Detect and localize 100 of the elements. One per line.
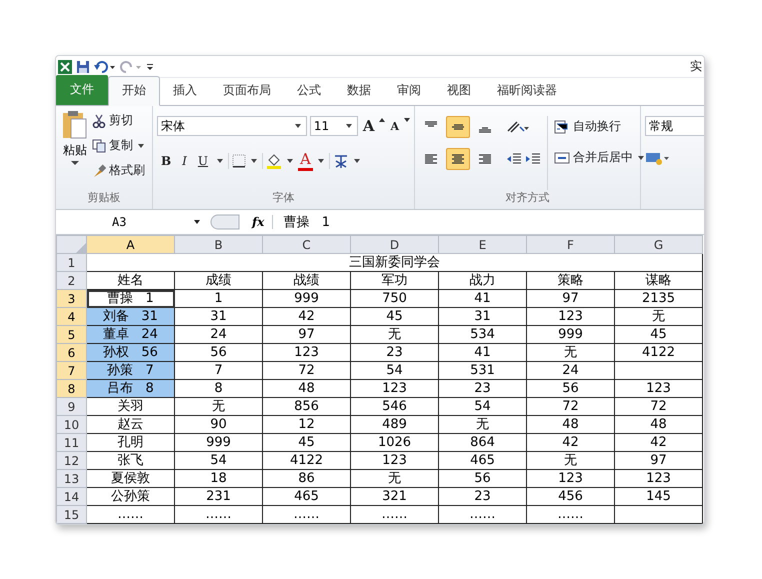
- table-cell: 45: [650, 326, 667, 342]
- table-cell: 546: [382, 398, 407, 414]
- formula-field[interactable]: 曹操 1: [277, 213, 330, 231]
- phonetic-icon[interactable]: [332, 152, 349, 168]
- row-header[interactable]: 14: [56, 488, 86, 506]
- table-cell: ……: [470, 506, 496, 522]
- table-cell: 刘备 31: [103, 308, 158, 324]
- ribbon-tab[interactable]: 公式: [284, 77, 334, 105]
- font-name-field[interactable]: 宋体: [157, 116, 307, 136]
- row-header[interactable]: 3: [56, 290, 86, 308]
- caret-icon[interactable]: [217, 158, 224, 162]
- number-format-field[interactable]: 常规: [645, 116, 704, 136]
- row-header[interactable]: 4: [56, 308, 86, 326]
- paste-button[interactable]: 粘贴: [60, 110, 90, 190]
- ribbon-tab[interactable]: 插入: [160, 77, 210, 105]
- underline-button[interactable]: U: [194, 152, 212, 170]
- ribbon-tab[interactable]: 页面布局: [210, 77, 284, 105]
- down-arrow-icon: [404, 118, 410, 122]
- ribbon-tab[interactable]: 数据: [334, 77, 384, 105]
- ribbon-tab[interactable]: 视图: [434, 77, 484, 105]
- ribbon-tab[interactable]: 福昕阅读器: [484, 77, 570, 105]
- table-cell: 999: [206, 434, 231, 450]
- caret-icon[interactable]: [318, 158, 324, 162]
- column-header[interactable]: D: [350, 236, 438, 254]
- row-header[interactable]: 7: [56, 362, 86, 380]
- table-cell: 夏侯敦: [111, 470, 150, 486]
- table-cell: 123: [382, 380, 407, 396]
- row-header[interactable]: 1: [56, 254, 86, 272]
- undo-icon[interactable]: [94, 60, 116, 74]
- table-cell: 张飞: [118, 452, 144, 468]
- merge-center-button[interactable]: 合并后居中: [552, 147, 648, 168]
- table-cell: 孙权 56: [103, 344, 158, 360]
- copy-button[interactable]: 复制: [90, 135, 148, 156]
- row-header[interactable]: 12: [56, 452, 86, 470]
- splitter-handle-icon[interactable]: [210, 214, 240, 230]
- borders-icon[interactable]: [232, 154, 246, 168]
- table-cell: 孔明: [118, 434, 144, 450]
- table-cell: 无: [652, 308, 665, 324]
- table-cell: 864: [470, 434, 495, 450]
- bold-button[interactable]: B: [157, 152, 176, 170]
- table-cell: ……: [558, 506, 584, 522]
- table-cell: 23: [474, 380, 491, 396]
- row-header[interactable]: 11: [56, 434, 86, 452]
- table-cell: 999: [294, 290, 319, 306]
- fill-color-icon[interactable]: [266, 152, 282, 168]
- row-header[interactable]: 10: [56, 416, 86, 434]
- table-cell: 123: [382, 452, 407, 468]
- group-label: 剪贴板: [86, 190, 122, 206]
- align-button[interactable]: [446, 148, 470, 170]
- ribbon-tab[interactable]: 开始: [108, 76, 160, 106]
- row-header[interactable]: 5: [56, 326, 86, 344]
- table-cell: 12: [298, 416, 315, 432]
- caret-icon[interactable]: [251, 158, 258, 162]
- file-tab[interactable]: 文件: [56, 75, 108, 105]
- currency-icon[interactable]: [645, 150, 671, 166]
- grow-font-button[interactable]: A: [360, 117, 376, 135]
- caret-icon: [194, 220, 200, 224]
- name-box[interactable]: A3: [56, 212, 206, 232]
- table-cell: 231: [206, 488, 231, 504]
- increase-indent-icon[interactable]: [525, 152, 541, 166]
- column-header[interactable]: C: [262, 236, 350, 254]
- row-header[interactable]: 15: [56, 506, 86, 524]
- table-cell: 56: [210, 344, 227, 360]
- font-color-button[interactable]: A: [298, 150, 313, 171]
- column-header[interactable]: B: [174, 236, 262, 254]
- font-size-field[interactable]: 11: [310, 116, 358, 136]
- caret-icon[interactable]: [287, 158, 294, 162]
- table-cell: 姓名: [118, 272, 144, 288]
- excel-logo-icon[interactable]: [58, 60, 72, 74]
- table-cell: 45: [386, 308, 403, 324]
- ribbon-tab[interactable]: 审阅: [384, 77, 434, 105]
- column-header[interactable]: A: [86, 236, 174, 254]
- format-painter-button[interactable]: 格式刷: [90, 160, 148, 181]
- column-header[interactable]: F: [526, 236, 614, 254]
- row-header[interactable]: 9: [56, 398, 86, 416]
- copy-icon: [92, 138, 106, 152]
- table-cell: 72: [298, 362, 315, 378]
- italic-button[interactable]: I: [178, 152, 191, 170]
- table-cell: 42: [298, 308, 315, 324]
- row-header[interactable]: 13: [56, 470, 86, 488]
- decrease-indent-icon[interactable]: [506, 152, 522, 166]
- row-header[interactable]: 6: [56, 344, 86, 362]
- table-cell: 750: [382, 290, 407, 306]
- cut-button[interactable]: 剪切: [90, 110, 148, 131]
- table-cell: 489: [382, 416, 407, 432]
- table-cell: 1026: [378, 434, 412, 450]
- table-cell: 赵云: [118, 416, 144, 432]
- orientation-icon[interactable]: [506, 119, 530, 135]
- align-button[interactable]: [446, 116, 470, 138]
- group-label: 对齐方式: [504, 190, 550, 206]
- save-icon[interactable]: [76, 60, 90, 74]
- insert-function-button[interactable]: fx: [244, 215, 274, 229]
- column-header[interactable]: E: [438, 236, 526, 254]
- column-header[interactable]: G: [614, 236, 702, 254]
- table-cell: 董卓 24: [103, 326, 158, 342]
- merged-title-cell[interactable]: 三国新委同学会: [86, 254, 702, 272]
- row-header[interactable]: 2: [56, 272, 86, 290]
- caret-icon[interactable]: [354, 158, 360, 162]
- shrink-font-button[interactable]: A: [388, 120, 401, 132]
- row-header[interactable]: 8: [56, 380, 86, 398]
